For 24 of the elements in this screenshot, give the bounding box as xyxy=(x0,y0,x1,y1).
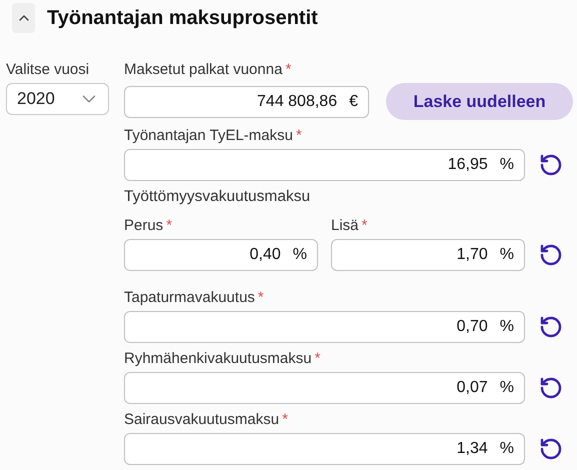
percent-field[interactable]: 0,07 % xyxy=(124,372,525,404)
reset-icon[interactable] xyxy=(539,376,563,400)
reset-icon[interactable] xyxy=(539,315,563,339)
section-title: Työnantajan maksuprosentit xyxy=(47,6,318,30)
field-label: Lisä * xyxy=(331,216,368,236)
group-title: Työttömyysvakuutusmaksu xyxy=(124,187,312,207)
reset-icon[interactable] xyxy=(539,153,563,177)
percent-field[interactable]: 0,70 % xyxy=(124,311,525,343)
field-label: Sairausvakuutusmaksu * xyxy=(124,410,289,430)
field-label: Perus * xyxy=(124,216,174,236)
percent-field[interactable]: 0,40 % xyxy=(124,239,318,271)
reset-icon[interactable] xyxy=(539,243,563,267)
percent-field[interactable]: 1,70 % xyxy=(331,239,525,271)
field-label: Työnantajan TyEL-maksu * xyxy=(124,126,303,146)
salary-field[interactable]: 744 808,86 € xyxy=(124,86,369,118)
field-label: Ryhmähenkivakuutusmaksu * xyxy=(124,349,322,369)
recalculate-button[interactable]: Laske uudelleen xyxy=(386,83,573,120)
percent-field[interactable]: 16,95 % xyxy=(124,149,525,181)
field-label: Tapaturmavakuutus * xyxy=(124,288,265,308)
year-select[interactable]: 2020 xyxy=(6,83,109,115)
percent-field[interactable]: 1,34 % xyxy=(124,433,525,465)
reset-icon[interactable] xyxy=(539,437,563,461)
field-label: Maksetut palkat vuonna * xyxy=(124,60,292,80)
year-label: Valitse vuosi xyxy=(6,60,90,80)
